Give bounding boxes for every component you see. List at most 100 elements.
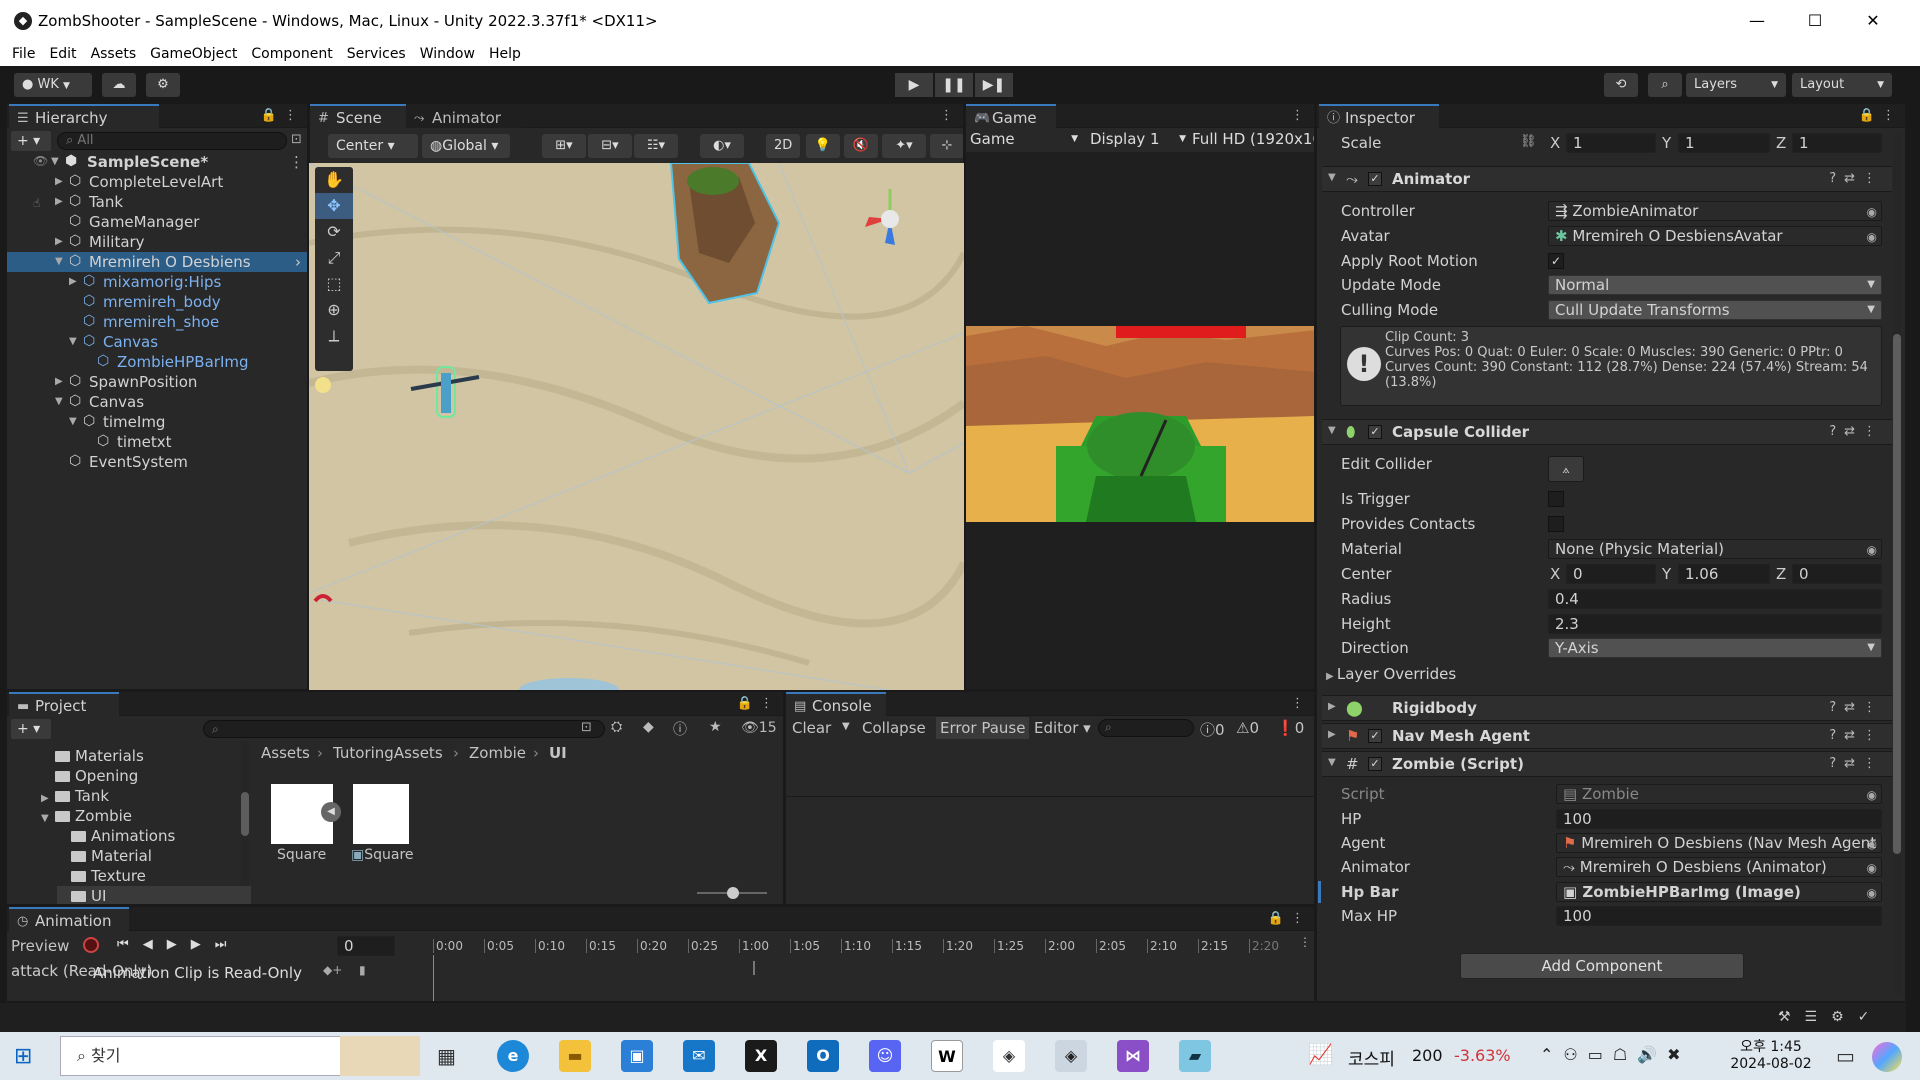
scrollbar-thumb[interactable]: [1893, 334, 1901, 854]
project-folder-item[interactable]: Animations: [57, 826, 175, 846]
increment-snap-icon[interactable]: ⊟▾: [588, 134, 632, 158]
capsule-collider-header[interactable]: ▼ ⬮ ✓ Capsule Collider ?⇄⋮: [1322, 419, 1892, 445]
hierarchy-item[interactable]: ▶ ⬡ Tank: [7, 192, 307, 212]
filter-type-icon[interactable]: ⛭: [611, 719, 622, 735]
hierarchy-item[interactable]: ⬡ mremireh_shoe: [7, 312, 307, 332]
add-event-icon[interactable]: ▮: [359, 963, 366, 977]
breadcrumb-assets[interactable]: Assets: [261, 744, 310, 762]
space-dropdown[interactable]: ◍Global ▾: [422, 134, 510, 158]
console-editor-dropdown[interactable]: Editor ▾: [1034, 719, 1091, 737]
audio-icon[interactable]: 🔇: [844, 134, 878, 158]
hp-field[interactable]: 100: [1556, 809, 1882, 829]
maximize-button[interactable]: ☐: [1792, 6, 1838, 36]
cloud-icon[interactable]: ☁: [102, 73, 136, 97]
console-warning-count[interactable]: ⚠0: [1236, 719, 1259, 737]
project-folder-item[interactable]: UI: [57, 886, 251, 904]
hierarchy-item[interactable]: ⬡ EventSystem: [7, 452, 307, 472]
nav-mesh-agent-header[interactable]: ▶ ⚑ ✓ Nav Mesh Agent ?⇄⋮: [1322, 723, 1892, 749]
console-error-pause-button[interactable]: Error Pause: [936, 717, 1030, 739]
zombie-script-enabled-checkbox[interactable]: ✓: [1368, 757, 1382, 771]
frame-field[interactable]: 0: [337, 936, 395, 956]
visual-studio-icon[interactable]: ⋈: [1117, 1040, 1149, 1072]
filter-label-icon[interactable]: ◆: [643, 719, 654, 735]
hierarchy-item[interactable]: ⬡ GameManager: [7, 212, 307, 232]
breadcrumb-tutoringassets[interactable]: TutoringAssets: [333, 744, 443, 762]
align-icon[interactable]: ☷▾: [634, 134, 678, 158]
chevron-down-icon[interactable]: ▼: [55, 392, 63, 412]
hierarchy-item[interactable]: ▶ ⬡ SpawnPosition: [7, 372, 307, 392]
windows-start-icon[interactable]: ⊞: [14, 1044, 32, 1069]
notifications-icon[interactable]: ▭: [1836, 1044, 1855, 1068]
avatar-field[interactable]: ✱ Mremireh O DesbiensAvatar ◉: [1548, 226, 1882, 246]
zombie-script-header[interactable]: ▼ # ✓ Zombie (Script) ?⇄⋮: [1322, 751, 1892, 777]
culling-mode-dropdown[interactable]: Cull Update Transforms ▼: [1548, 300, 1882, 320]
tab-hierarchy[interactable]: ☰ Hierarchy: [9, 104, 159, 128]
update-mode-dropdown[interactable]: Normal ▼: [1548, 275, 1882, 295]
hidden-packages-count[interactable]: 👁15: [741, 720, 777, 736]
search-icon[interactable]: ⌕: [1648, 73, 1682, 97]
animator-component-header[interactable]: ▼ ⤳ ✓ Animator ?⇄⋮: [1322, 166, 1892, 192]
center-x-field[interactable]: 0: [1566, 564, 1656, 584]
menu-assets[interactable]: Assets: [84, 42, 144, 66]
hierarchy-item[interactable]: ▼ ⬡ Canvas: [7, 332, 307, 352]
menu-file[interactable]: File: [0, 42, 42, 66]
copilot-icon[interactable]: [1872, 1042, 1902, 1072]
chevron-right-icon[interactable]: ▶: [55, 172, 63, 192]
breadcrumb-zombie[interactable]: Zombie: [469, 744, 526, 762]
edit-collider-button[interactable]: ⟑: [1548, 456, 1584, 482]
expand-sprite-icon[interactable]: ◀: [321, 802, 341, 822]
nav-mesh-agent-enabled-checkbox[interactable]: ✓: [1368, 729, 1382, 743]
unity-hub-icon[interactable]: ◈: [993, 1040, 1025, 1072]
tab-game[interactable]: 🎮 Game: [966, 104, 1056, 128]
capsule-collider-enabled-checkbox[interactable]: ✓: [1368, 425, 1382, 439]
console-clear-button[interactable]: Clear: [792, 719, 831, 737]
chevron-down-icon[interactable]: ▼: [69, 412, 77, 432]
effects-icon[interactable]: ✦▾: [882, 134, 926, 158]
scene-viewport[interactable]: ✋ ✥ ⟳ ⤢ ⬚ ⊕ ⟂: [309, 163, 964, 690]
more-icon[interactable]: ⋮: [1291, 696, 1304, 711]
hierarchy-item[interactable]: ▶ ⬡ mixamorig:Hips: [7, 272, 307, 292]
rigidbody-header[interactable]: ▶ ⬤ Rigidbody ?⇄⋮: [1322, 695, 1892, 721]
material-field[interactable]: None (Physic Material) ◉: [1548, 539, 1882, 559]
timeline-ruler[interactable]: 0:00 0:05 0:10 0:15 0:20 0:25 1:00 1:05 1:10 1:15…: [433, 937, 1305, 957]
height-field[interactable]: 2.3: [1548, 614, 1882, 634]
max-hp-field[interactable]: 100: [1556, 906, 1882, 926]
constrain-proportions-icon[interactable]: ⛓: [1520, 134, 1537, 149]
rotate-tool-icon[interactable]: ⟳: [315, 219, 353, 245]
tab-project[interactable]: ▬ Project: [9, 692, 119, 716]
component-buttons[interactable]: ?⇄⋮: [1829, 756, 1884, 771]
menu-edit[interactable]: Edit: [42, 42, 83, 66]
playhead[interactable]: [433, 955, 434, 1001]
chevron-right-icon[interactable]: ▶: [69, 272, 77, 292]
object-picker-icon[interactable]: ◉: [1867, 541, 1877, 558]
console-info-count[interactable]: ⓘ0: [1200, 719, 1225, 740]
scene-visibility-icon[interactable]: 👁: [33, 154, 48, 168]
menu-gameobject[interactable]: GameObject: [143, 42, 244, 66]
search-filter-icon[interactable]: ⊡: [291, 132, 302, 147]
mail-icon[interactable]: ✉: [683, 1040, 715, 1072]
chevron-right-icon[interactable]: ›: [295, 252, 301, 272]
lock-icon[interactable]: 🔒: [737, 696, 753, 711]
rect-tool-icon[interactable]: ⬚: [315, 271, 353, 297]
hierarchy-item[interactable]: ▶ ⬡ CompleteLevelArt: [7, 172, 307, 192]
hierarchy-item[interactable]: ▶ ⬡ Military: [7, 232, 307, 252]
create-dropdown[interactable]: + ▾: [11, 131, 51, 151]
record-button[interactable]: [83, 937, 99, 953]
menu-window[interactable]: Window: [413, 42, 482, 66]
outlook-icon[interactable]: O: [807, 1040, 839, 1072]
system-tray-icons[interactable]: ⌃⚇▭☖🔊✖: [1540, 1045, 1691, 1064]
more-icon[interactable]: ⋮: [289, 152, 304, 172]
task-view-icon[interactable]: ▦: [437, 1044, 456, 1068]
notes-app-icon[interactable]: ▰: [1179, 1040, 1211, 1072]
scale-x-field[interactable]: 1: [1566, 133, 1656, 153]
project-folder-item[interactable]: ▶ Tank: [41, 786, 109, 806]
menu-component[interactable]: Component: [244, 42, 339, 66]
hierarchy-search-input[interactable]: ⌕ All: [57, 132, 287, 150]
breadcrumb-ui[interactable]: UI: [549, 744, 567, 762]
provides-contacts-checkbox[interactable]: [1548, 516, 1564, 532]
scrollbar-thumb[interactable]: [241, 792, 249, 836]
scale-tool-icon[interactable]: ⤢: [315, 245, 353, 271]
apply-root-motion-checkbox[interactable]: ✓: [1548, 253, 1564, 269]
playback-controls[interactable]: ⏮◀▶▶⏭: [117, 937, 240, 952]
hierarchy-item[interactable]: ▼ ⬡ Canvas: [7, 392, 307, 412]
